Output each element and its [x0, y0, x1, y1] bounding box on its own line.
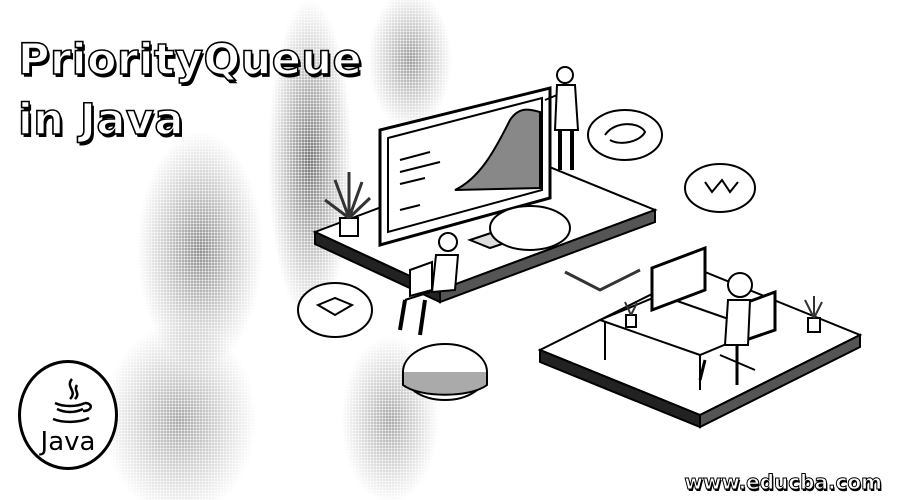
office-platform — [537, 268, 863, 429]
website-url[interactable]: www.educba.com — [684, 470, 883, 495]
java-logo-icon — [52, 378, 92, 424]
isometric-illustration — [297, 66, 863, 429]
floating-disc-left — [297, 282, 373, 338]
java-logo: Java — [18, 360, 118, 470]
floating-disc-right-top — [587, 109, 663, 161]
banner: PriorityQueue in Java Java www.educba.co… — [0, 0, 900, 500]
platform-disc — [489, 205, 571, 251]
floating-disc-right — [684, 163, 756, 213]
floating-disc-bottom — [402, 343, 488, 401]
java-logo-text: Java — [40, 427, 96, 457]
